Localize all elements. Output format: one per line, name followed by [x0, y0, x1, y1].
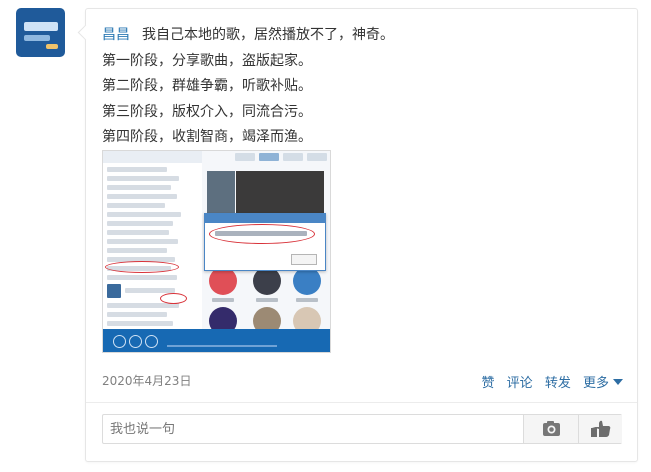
more-label: 更多 [582, 376, 609, 391]
player-bar [103, 329, 330, 352]
like-button[interactable]: 赞 [482, 376, 495, 391]
thumb-emoji-icon [591, 420, 611, 437]
post-card: 昌昌 我自己本地的歌，居然播放不了，神奇。 第一阶段，分享歌曲，盗版起家。 第二阶… [85, 8, 638, 462]
post-body: 昌昌 我自己本地的歌，居然播放不了，神奇。 第一阶段，分享歌曲，盗版起家。 第二阶… [102, 23, 394, 151]
annotation-circle [160, 293, 187, 304]
annotation-circle [209, 224, 315, 244]
playlist-toolbar [103, 151, 202, 163]
library-tabs [205, 153, 328, 162]
emoji-button[interactable] [578, 415, 622, 443]
comment-button[interactable]: 评论 [507, 376, 533, 391]
comment-box [102, 414, 622, 444]
divider [86, 402, 637, 403]
share-button[interactable]: 转发 [545, 376, 571, 391]
avatar-graphic [46, 44, 58, 49]
post-line: 第三阶段，版权介入，同流合污。 [102, 103, 312, 120]
post-date: 2020年4月23日 [102, 374, 192, 388]
error-dialog [204, 213, 326, 271]
comment-input[interactable] [103, 415, 517, 443]
post-line: 第一阶段，分享歌曲，盗版起家。 [102, 52, 312, 69]
attached-screenshot[interactable] [102, 150, 331, 353]
avatar[interactable] [16, 8, 65, 57]
post-line: 我自己本地的歌，居然播放不了，神奇。 [142, 27, 394, 43]
post-line: 第二阶段，群雄争霸，听歌补贴。 [102, 78, 312, 94]
camera-button[interactable] [523, 415, 578, 443]
triangle-down-icon [613, 379, 623, 385]
annotation-circle [105, 261, 179, 273]
avatar-graphic [24, 22, 58, 31]
avatar-graphic [24, 35, 50, 41]
camera-icon [543, 421, 560, 436]
author-name[interactable]: 昌昌 [102, 27, 130, 43]
more-button[interactable]: 更多 [583, 376, 623, 391]
post-actions: 赞 评论 转发 更多 [474, 372, 623, 391]
post-line: 第四阶段，收割智商，竭泽而渔。 [102, 129, 312, 145]
